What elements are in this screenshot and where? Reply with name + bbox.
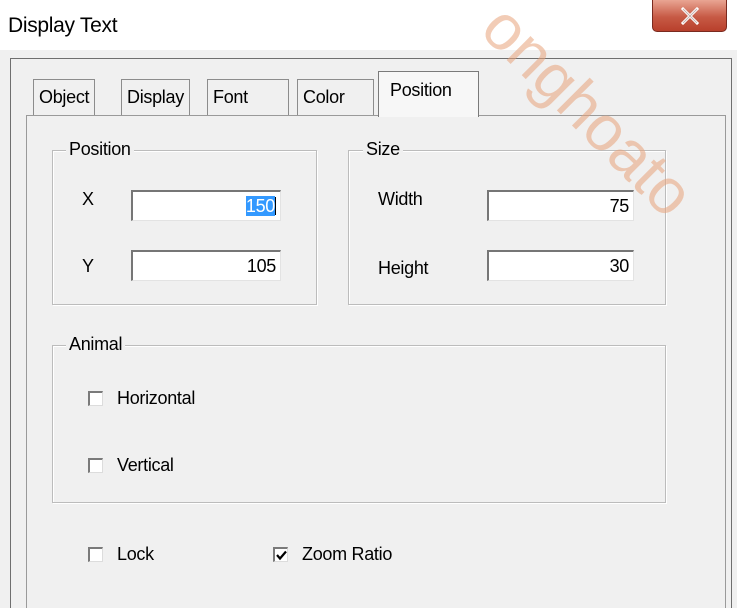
width-input-value: 75 [609,196,630,216]
tab-color[interactable]: Color [297,79,374,115]
height-input[interactable]: 30 [487,250,634,281]
dialog-window: Display Text Object Display Font Color P… [0,0,737,608]
size-group [348,150,666,305]
tab-display[interactable]: Display [121,79,190,115]
height-input-value: 30 [609,256,630,276]
horizontal-checkbox[interactable] [88,391,103,406]
close-button[interactable] [652,0,727,32]
width-input[interactable]: 75 [487,190,634,221]
tab-object-label: Object [39,87,90,107]
lock-checkbox[interactable] [88,547,103,562]
checkmark-icon [276,550,287,561]
position-group-legend: Position [66,139,134,159]
tab-font-label: Font [213,87,248,107]
window-title: Display Text [8,14,118,37]
tab-color-label: Color [303,87,345,107]
x-input[interactable]: 150 [131,190,281,221]
y-input[interactable]: 105 [131,250,281,281]
vertical-checkbox[interactable] [88,458,103,473]
y-label: Y [82,256,94,276]
size-group-legend: Size [363,139,403,159]
tab-font[interactable]: Font [207,79,289,115]
y-input-value: 105 [246,256,276,276]
vertical-label[interactable]: Vertical [117,454,174,476]
x-input-value: 150 [245,196,275,216]
x-label: X [82,189,94,209]
tab-position[interactable]: Position [378,71,479,117]
close-x-icon [680,6,699,25]
zoom-ratio-label[interactable]: Zoom Ratio [302,543,392,565]
tab-position-label: Position [390,80,452,100]
height-label: Height [378,258,429,278]
tab-display-label: Display [127,87,184,107]
animal-group [52,345,666,503]
width-label: Width [378,189,423,209]
lock-label[interactable]: Lock [117,543,154,565]
horizontal-label[interactable]: Horizontal [117,387,195,409]
position-group [52,150,317,305]
zoom-ratio-checkbox[interactable] [273,547,288,562]
text-caret [275,197,276,215]
animal-group-legend: Animal [66,334,126,354]
tab-object[interactable]: Object [33,79,96,115]
title-bar: Display Text [0,0,737,50]
